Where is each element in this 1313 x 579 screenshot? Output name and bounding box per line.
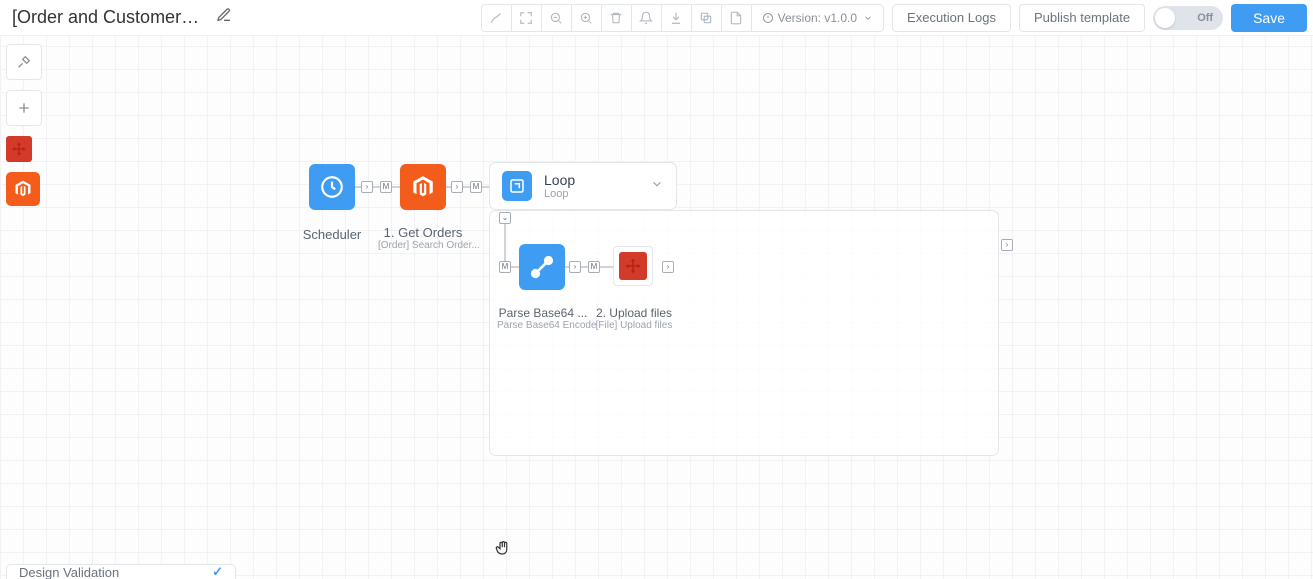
port-loop-down[interactable]: ⌄ (499, 212, 511, 224)
port-map[interactable]: M (499, 261, 511, 273)
port-out[interactable]: › (361, 181, 373, 193)
node-upload-sub: [File] Upload files (590, 320, 678, 331)
connector-palette-red[interactable] (6, 136, 32, 162)
upload-icon-wrap (613, 246, 653, 286)
sidebar (6, 44, 42, 206)
node-loop-header[interactable]: Loop Loop (489, 162, 677, 210)
port-map[interactable]: M (470, 181, 482, 193)
fit-icon[interactable] (512, 4, 542, 32)
publish-template-button[interactable]: Publish template (1019, 4, 1145, 32)
port-map[interactable]: M (380, 181, 392, 193)
chevron-down-icon[interactable] (650, 177, 664, 196)
connector-tool-icon[interactable] (482, 4, 512, 32)
connector-palette-magento[interactable] (6, 172, 40, 206)
chevron-down-icon (863, 13, 873, 23)
loop-title: Loop (544, 172, 638, 188)
node-scheduler[interactable] (309, 164, 355, 210)
node-upload-label: 2. Upload files (590, 306, 678, 320)
toggle-knob (1155, 8, 1175, 28)
node-parse-label: Parse Base64 ... (497, 306, 589, 320)
enable-toggle[interactable]: Off (1153, 6, 1223, 30)
save-button[interactable]: Save (1231, 4, 1307, 32)
zoom-out-icon[interactable] (542, 4, 572, 32)
loop-icon (502, 171, 532, 201)
add-icon[interactable] (6, 90, 42, 126)
node-upload-files[interactable] (612, 246, 654, 286)
toggle-label: Off (1197, 12, 1213, 24)
version-label: Version: v1.0.0 (778, 11, 857, 25)
toolbar-group: Version: v1.0.0 (481, 4, 884, 32)
version-dropdown[interactable]: Version: v1.0.0 (752, 4, 883, 32)
zoom-in-icon[interactable] (572, 4, 602, 32)
node-parse-sub: Parse Base64 Encode (497, 320, 589, 331)
node-scheduler-label: Scheduler (289, 227, 375, 242)
design-validation-tab[interactable]: Design Validation ✓ (6, 564, 236, 579)
magento-icon (400, 164, 446, 210)
port-map[interactable]: M (588, 261, 600, 273)
bell-icon[interactable] (632, 4, 662, 32)
edit-title-icon[interactable] (216, 7, 232, 28)
download-icon[interactable] (662, 4, 692, 32)
delete-icon[interactable] (602, 4, 632, 32)
design-validation-label: Design Validation (19, 565, 119, 579)
node-get-orders[interactable] (400, 164, 446, 210)
copy-icon[interactable] (692, 4, 722, 32)
node-parse-base64[interactable] (519, 244, 565, 290)
check-icon: ✓ (212, 564, 223, 579)
tools-icon[interactable] (6, 44, 42, 80)
node-get-orders-sub: [Order] Search Order... (378, 240, 468, 251)
node-get-orders-label: 1. Get Orders (378, 225, 468, 240)
canvas[interactable]: Scheduler › M 1. Get Orders [Order] Sear… (0, 0, 1313, 579)
port-out[interactable]: › (569, 261, 581, 273)
port-loop-out[interactable]: › (1001, 239, 1013, 251)
loop-sub: Loop (544, 188, 638, 200)
loop-body[interactable] (489, 210, 999, 456)
export-icon[interactable] (722, 4, 752, 32)
flow-title: [Order and Customer] ... (4, 7, 204, 28)
topbar: [Order and Customer] ... Version: v1.0.0… (0, 0, 1313, 36)
port-out[interactable]: › (451, 181, 463, 193)
hand-cursor-icon (494, 539, 512, 562)
port-out[interactable]: › (662, 261, 674, 273)
execution-logs-button[interactable]: Execution Logs (892, 4, 1011, 32)
clock-icon (309, 164, 355, 210)
transform-icon (519, 244, 565, 290)
